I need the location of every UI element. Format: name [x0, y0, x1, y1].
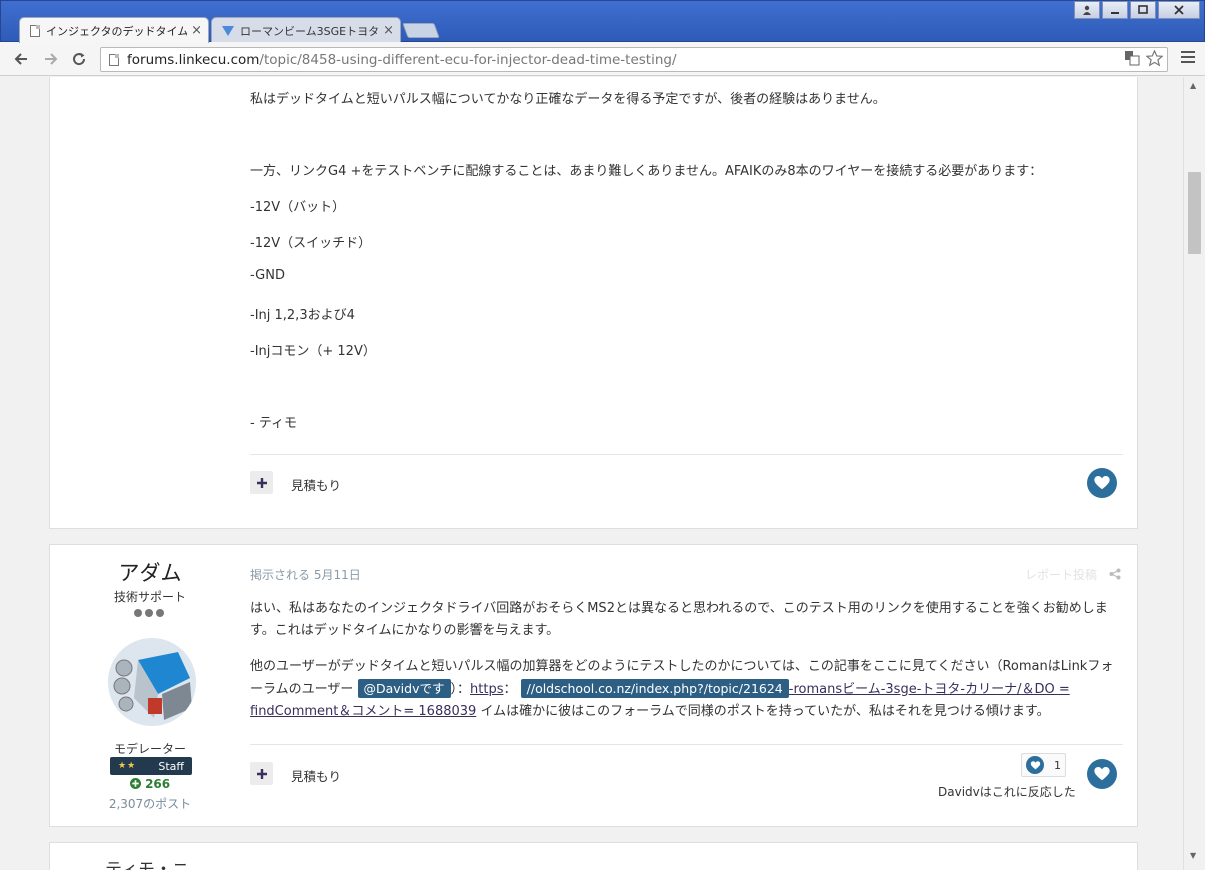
maximize-icon[interactable]	[1130, 1, 1156, 19]
scroll-thumb[interactable]	[1188, 172, 1201, 254]
browser-menu-icon[interactable]	[1181, 51, 1195, 66]
tab-close-icon[interactable]: ×	[191, 23, 202, 38]
heart-icon	[1094, 475, 1110, 490]
react-heart-button[interactable]	[1087, 759, 1117, 789]
browser-titlebar: インジェクタのデッドタイムテスト × ローマンビーム3SGEトヨタカリーナ ×	[0, 0, 1205, 43]
paragraph-text: ）：	[450, 682, 471, 697]
window-controls	[1074, 1, 1200, 19]
plus-circle-icon	[129, 778, 141, 789]
post-count[interactable]: 2,307のポスト	[50, 795, 250, 812]
paragraph-text: イムは確かに彼はこのフォーラムで同様のポストを持っていたが、私はそれを見つける傾…	[480, 704, 1050, 719]
report-post-link[interactable]: レポート投稿	[1025, 566, 1121, 583]
engine-avatar-image	[108, 638, 196, 726]
react-heart-button[interactable]	[1087, 468, 1117, 498]
forward-arrow-icon[interactable]	[40, 48, 62, 70]
post-text-line: -Injコモン（+ 12V）	[250, 344, 376, 359]
bookmark-star-icon[interactable]	[1145, 49, 1164, 71]
reload-icon[interactable]	[68, 48, 90, 70]
heart-icon	[1026, 756, 1044, 774]
post-divider	[250, 454, 1123, 455]
quote-button[interactable]: 見積もり	[291, 766, 341, 785]
author-name[interactable]: アダム	[50, 557, 250, 587]
author-name[interactable]: ティモ・ニ	[105, 855, 189, 870]
post-text-line: -GND	[250, 268, 285, 283]
post-text-line: -12V（スイッチド）	[250, 236, 372, 251]
multiquote-plus-button[interactable]	[250, 762, 273, 785]
window-close-icon[interactable]	[1158, 1, 1200, 19]
post-signature: - ティモ	[250, 416, 298, 431]
new-tab-button[interactable]	[402, 23, 440, 38]
paragraph-text: ：	[503, 682, 517, 697]
url-link-chip[interactable]: //oldschool.co.nz/index.php?/topic/21624	[520, 679, 789, 698]
reaction-count[interactable]: 1	[1021, 753, 1066, 777]
post-text-line: 一方、リンクG4 +をテストベンチに配線することは、あまり難しくありません。AF…	[250, 164, 1043, 179]
forum-post: ティモ・ニ	[49, 842, 1138, 870]
tab-title: ローマンビーム3SGEトヨタカリーナ	[240, 24, 380, 38]
author-role: モデレーター	[113, 742, 186, 756]
link-https[interactable]: https	[470, 682, 503, 697]
site-favicon-icon	[222, 25, 234, 36]
posted-date[interactable]: 掲示される 5月11日	[250, 566, 361, 583]
forum-post: 私はデッドタイムと短いパルス幅についてかなり正確なデータを得る予定ですが、後者の…	[49, 77, 1138, 529]
share-icon[interactable]	[1109, 568, 1121, 580]
tab-active[interactable]: インジェクタのデッドタイムテスト ×	[19, 17, 209, 43]
browser-toolbar: forums.linkecu.com /topic/8458-using-dif…	[0, 42, 1205, 76]
post-paragraph: はい、私はあなたのインジェクタドライバ回路がおそらくMS2とは異なると思われるの…	[250, 601, 1108, 638]
reputation-count: 266	[145, 777, 171, 791]
post-text-line: 私はデッドタイムと短いパルス幅についてかなり正確なデータを得る予定ですが、後者の…	[250, 92, 886, 107]
author-title: 技術サポート	[113, 590, 186, 604]
scroll-down-arrow-icon[interactable]: ▼	[1190, 851, 1196, 860]
back-arrow-icon[interactable]	[10, 48, 32, 70]
heart-icon	[1094, 766, 1110, 781]
page-scrollbar[interactable]: ▲ ▼	[1183, 77, 1205, 870]
reputation: 266	[50, 777, 250, 791]
staff-label: Staff	[158, 759, 184, 773]
post-text-line: -12V（バット）	[250, 200, 346, 215]
post-text-line: -Inj 1,2,3および4	[250, 308, 355, 323]
page-icon	[109, 53, 119, 66]
rank-dots	[134, 609, 164, 617]
report-post-label: レポート投稿	[1025, 568, 1098, 582]
url-path: /topic/8458-using-different-ecu-for-inje…	[259, 51, 677, 68]
profile-icon[interactable]	[1074, 1, 1100, 19]
avatar[interactable]	[108, 638, 196, 726]
tab-close-icon[interactable]: ×	[383, 23, 394, 38]
minimize-icon[interactable]	[1102, 1, 1128, 19]
tab-inactive[interactable]: ローマンビーム3SGEトヨタカリーナ ×	[211, 17, 401, 43]
reacted-by[interactable]: Davidvはこれに反応した	[938, 783, 1076, 800]
staff-stars: ★★	[118, 761, 137, 771]
multiquote-plus-button[interactable]	[250, 471, 273, 494]
staff-badge: ★★ Staff	[110, 757, 192, 775]
post-divider	[250, 744, 1123, 745]
user-mention[interactable]: @Davidvです	[357, 679, 451, 698]
post-paragraph: 他のユーザーがデッドタイムと短いパルス幅の加算器をどのようにテストしたのかについ…	[250, 656, 1125, 723]
url-host: forums.linkecu.com	[127, 51, 260, 68]
forum-post: アダム 技術サポート モデレーター ★★ Staff 266 2,307のポスト	[49, 544, 1138, 827]
page-viewport: 私はデッドタイムと短いパルス幅についてかなり正確なデータを得る予定ですが、後者の…	[0, 77, 1183, 870]
reaction-count-value: 1	[1054, 758, 1061, 772]
translate-icon[interactable]	[1124, 50, 1140, 71]
tab-title: インジェクタのデッドタイムテスト	[46, 24, 187, 38]
quote-button[interactable]: 見積もり	[291, 475, 341, 494]
address-bar[interactable]: forums.linkecu.com /topic/8458-using-dif…	[100, 47, 1168, 72]
scroll-up-arrow-icon[interactable]: ▲	[1190, 81, 1196, 90]
page-icon	[30, 24, 40, 37]
